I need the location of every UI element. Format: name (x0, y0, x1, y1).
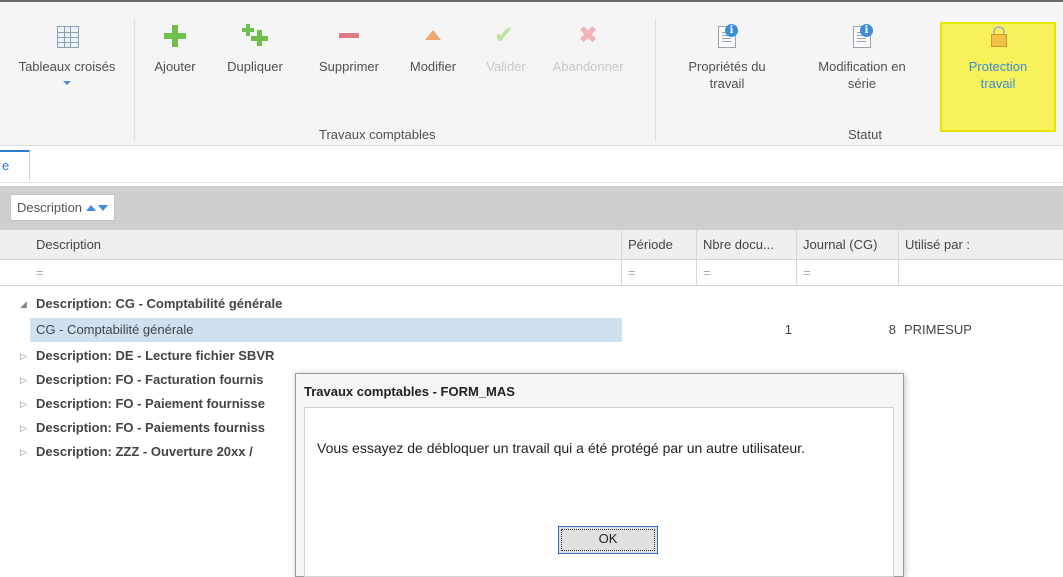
cancel-icon: ✖ (578, 22, 599, 49)
add-button[interactable]: Ajouter (147, 24, 203, 75)
cell-utilise-par: PRIMESUP (904, 322, 972, 337)
dialog-title: Travaux comptables - FORM_MAS (304, 384, 515, 399)
expand-icon[interactable]: ▷ (20, 345, 27, 367)
duplicate-label: Dupliquer (227, 59, 283, 74)
column-header-periode[interactable]: Période (622, 230, 697, 259)
group-row-label: Description: FO - Paiements fourniss (36, 420, 265, 435)
batch-edit-label-1: Modification en (818, 59, 906, 74)
column-header-description[interactable]: Description (30, 230, 622, 259)
edit-button[interactable]: Modifier (400, 24, 466, 75)
group-row-label: Description: CG - Comptabilité générale (36, 296, 283, 311)
dialog-body: Vous essayez de débloquer un travail qui… (304, 407, 894, 577)
group-label-travaux: Travaux comptables (319, 127, 436, 142)
filter-utilise-par[interactable] (899, 260, 1063, 285)
validate-button[interactable]: ✔ Valider (480, 24, 532, 75)
delete-icon (337, 24, 361, 48)
filter-journal[interactable]: = (797, 260, 899, 285)
chevron-down-icon[interactable] (63, 81, 71, 85)
delete-button[interactable]: Supprimer (309, 24, 389, 75)
cell-nbre-documents: 1 (784, 322, 792, 337)
properties-icon: i (715, 24, 739, 48)
protection-button[interactable]: Protection travail (944, 24, 1052, 92)
group-row-label: Description: ZZZ - Ouverture 20xx / (36, 444, 253, 459)
delete-label: Supprimer (319, 59, 379, 74)
grid-header: Description Période Nbre docu... Journal… (0, 230, 1063, 260)
column-header-nbre-documents[interactable]: Nbre docu... (697, 230, 797, 259)
group-panel: Description (0, 186, 1063, 230)
edit-label: Modifier (409, 59, 457, 74)
validate-label: Valider (486, 59, 526, 74)
collapse-icon[interactable]: ◢ (20, 293, 27, 315)
tab-active[interactable]: e (0, 150, 30, 180)
group-row-label: Description: FO - Paiement fournisse (36, 396, 265, 411)
group-label-statut: Statut (848, 127, 882, 142)
group-chip-label: Description (17, 200, 83, 215)
cell-journal: 8 (888, 322, 896, 337)
expand-icon[interactable]: ▷ (20, 441, 27, 463)
ribbon-separator (134, 18, 135, 142)
add-icon (163, 24, 187, 48)
duplicate-button[interactable]: Dupliquer (215, 24, 295, 75)
batch-edit-icon: i (850, 24, 874, 48)
edit-icon (421, 24, 445, 48)
filter-row: = = = = (0, 260, 1063, 286)
group-row[interactable]: ◢ Description: CG - Comptabilité général… (0, 293, 1063, 315)
tab-strip: e (0, 146, 1063, 183)
duplicate-icon (242, 24, 268, 48)
ribbon-separator (655, 18, 656, 142)
abandon-label: Abandonner (552, 59, 624, 74)
protection-label-2: travail (980, 76, 1016, 91)
group-row-label: Description: FO - Facturation fournis (36, 372, 264, 387)
ribbon: Tableaux croisés Ajouter Dupliquer Suppr… (0, 0, 1063, 146)
expand-icon[interactable]: ▷ (20, 417, 27, 439)
message-dialog: Travaux comptables - FORM_MAS Vous essay… (295, 373, 904, 577)
filter-description[interactable]: = (30, 260, 622, 285)
lock-icon (986, 24, 1010, 48)
group-chip-description[interactable]: Description (10, 194, 116, 221)
check-icon: ✔ (494, 22, 515, 49)
ribbon-border (0, 0, 1063, 2)
pivot-tables-label: Tableaux croisés (18, 59, 116, 74)
dialog-message: Vous essayez de débloquer un travail qui… (317, 440, 805, 456)
cell-description: CG - Comptabilité générale (36, 322, 194, 337)
filter-dropdown-icon[interactable] (98, 205, 109, 211)
protection-label-1: Protection (968, 59, 1028, 74)
group-row-label: Description: DE - Lecture fichier SBVR (36, 348, 275, 363)
column-header-utilise-par[interactable]: Utilisé par : (899, 230, 1063, 259)
ok-button[interactable]: OK (558, 526, 658, 554)
group-row[interactable]: ▷ Description: DE - Lecture fichier SBVR (0, 345, 1063, 367)
expand-icon[interactable]: ▷ (20, 369, 27, 391)
batch-edit-button[interactable]: i Modification en série (800, 24, 924, 92)
table-row[interactable]: CG - Comptabilité générale (30, 318, 622, 342)
expand-icon[interactable]: ▷ (20, 393, 27, 415)
filter-periode[interactable]: = (622, 260, 697, 285)
properties-label-2: travail (709, 76, 745, 91)
batch-edit-label-2: série (847, 76, 877, 91)
abandon-button[interactable]: ✖ Abandonner (545, 24, 631, 75)
column-header-journal[interactable]: Journal (CG) (797, 230, 899, 259)
sort-ascending-icon[interactable] (86, 205, 97, 211)
pivot-tables-button[interactable]: Tableaux croisés (8, 24, 126, 85)
pivot-table-icon (55, 24, 79, 48)
properties-button[interactable]: i Propriétés du travail (675, 24, 779, 92)
focus-indicator (561, 529, 655, 551)
filter-nbre-documents[interactable]: = (697, 260, 797, 285)
properties-label-1: Propriétés du (688, 59, 766, 74)
add-label: Ajouter (154, 59, 196, 74)
